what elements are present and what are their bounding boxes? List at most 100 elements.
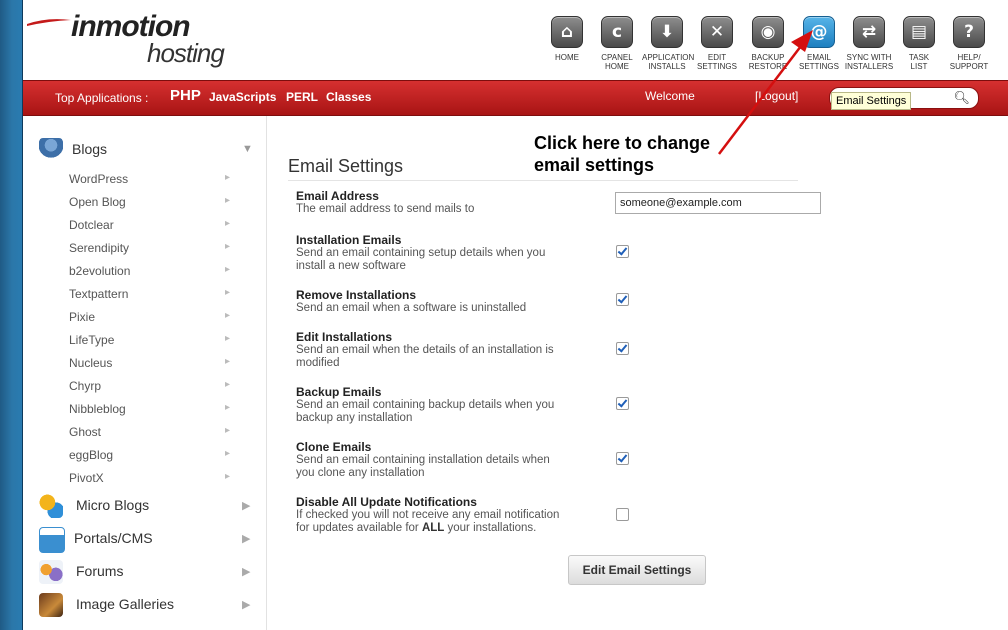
- sidebar-item-eggblog[interactable]: eggBlog ▸: [69, 448, 230, 462]
- setting-description: modified: [296, 357, 340, 369]
- toolbar-task-list-button[interactable]: ▤ TASK LIST: [894, 16, 944, 71]
- sidebar-item-label: LifeType: [69, 333, 115, 347]
- toolbar-edit-settings-button[interactable]: ✕ EDIT SETTINGS: [692, 16, 742, 71]
- sidebar-item-serendipity[interactable]: Serendipity ▸: [69, 241, 230, 255]
- setting-description: your installations.: [444, 522, 537, 534]
- edit-installations-setting: Edit Installations Send an email when th…: [296, 331, 606, 370]
- sidebar-item-label: b2evolution: [69, 264, 131, 278]
- toolbar-email-settings-button[interactable]: @ EMAIL SETTINGS: [794, 16, 844, 71]
- setting-description: Send an email containing setup details w…: [296, 247, 546, 259]
- email-settings-tooltip: Email Settings: [831, 92, 912, 110]
- sidebar-item-wordpress[interactable]: WordPress ▸: [69, 172, 230, 186]
- toolbar-application-installs-button[interactable]: ⬇ APPLICATION INSTALLS: [642, 16, 695, 71]
- sidebar-item-label: Nibbleblog: [69, 402, 126, 416]
- logout-link[interactable]: [Logout]: [755, 89, 798, 103]
- toolbar-backup-restore-button[interactable]: ◉ BACKUP RESTORE: [743, 16, 793, 71]
- sidebar-item-b2evolution[interactable]: b2evolution ▸: [69, 264, 230, 278]
- sidebar-item-label: Pixie: [69, 310, 96, 324]
- chevron-right-icon: ▸: [225, 402, 231, 413]
- annotation-callout: Click here to change email settings: [534, 132, 710, 176]
- toolbar-help-support-button[interactable]: ? HELP/SUPPORT: [944, 16, 994, 71]
- app-link-classes[interactable]: Classes: [326, 90, 371, 104]
- portals-cms-icon: [39, 527, 65, 553]
- sidebar-item-label: Textpattern: [69, 287, 129, 301]
- installation-emails-checkbox[interactable]: [616, 245, 629, 258]
- app-link-javascripts[interactable]: JavaScripts: [209, 90, 276, 104]
- annotation-text: email settings: [534, 155, 655, 175]
- disable-notifications-setting: Disable All Update Notifications If chec…: [296, 496, 606, 535]
- sidebar-item-pixie[interactable]: Pixie ▸: [69, 310, 230, 324]
- chevron-right-icon: ▶: [242, 599, 251, 611]
- clone-emails-setting: Clone Emails Send an email containing in…: [296, 441, 606, 480]
- setting-title: Installation Emails: [296, 233, 402, 247]
- sidebar-item-nucleus[interactable]: Nucleus ▸: [69, 356, 230, 370]
- setting-description-emphasis: ALL: [421, 522, 445, 534]
- backup-emails-checkbox[interactable]: [616, 397, 629, 410]
- logo[interactable]: inmotion hosting: [27, 8, 237, 68]
- sidebar-item-label: WordPress: [69, 172, 129, 186]
- remove-installations-checkbox[interactable]: [616, 293, 629, 306]
- setting-description: backup any installation: [296, 412, 413, 424]
- download-icon: ⬇: [651, 16, 683, 48]
- chevron-right-icon: ▶: [242, 500, 251, 512]
- sidebar-item-label: PivotX: [69, 471, 104, 485]
- sidebar-category-label: Forums: [76, 563, 124, 579]
- toolbar-label: INSTALLS: [648, 62, 686, 71]
- chevron-right-icon: ▸: [225, 310, 231, 321]
- edit-installations-checkbox[interactable]: [616, 342, 629, 355]
- chevron-right-icon: ▸: [225, 264, 231, 275]
- setting-title: Backup Emails: [296, 385, 382, 399]
- backup-icon: ◉: [752, 16, 784, 48]
- app-link-php[interactable]: PHP: [170, 87, 201, 104]
- toolbar-label: SYNC WITH: [846, 53, 892, 62]
- toolbar-home-button[interactable]: ⌂ HOME: [542, 16, 592, 62]
- search-icon[interactable]: 🔍︎: [953, 90, 970, 106]
- sidebar-item-chyrp[interactable]: Chyrp ▸: [69, 379, 230, 393]
- sidebar-item-lifetype[interactable]: LifeType ▸: [69, 333, 230, 347]
- clipboard-icon: ▤: [903, 16, 935, 48]
- sidebar-category-label: Portals/CMS: [74, 530, 153, 546]
- setting-description: Send an email containing installation de…: [296, 454, 550, 466]
- user-icon: [39, 138, 63, 162]
- top-applications-label: Top Applications :: [55, 91, 149, 105]
- sidebar-item-label: Serendipity: [69, 241, 130, 255]
- email-address-input[interactable]: [615, 192, 821, 214]
- toolbar-label: APPLICATION: [642, 53, 695, 62]
- chevron-right-icon: ▸: [225, 172, 231, 183]
- sidebar: Blogs ▼ WordPress ▸ Open Blog ▸ Dotclear ▸ …: [23, 116, 267, 630]
- sidebar-item-label: Ghost: [69, 425, 102, 439]
- header: inmotion hosting ⌂ HOME c CPANEL HOME ⬇ A…: [23, 0, 1008, 80]
- setting-description: The email address to send mails to: [296, 203, 475, 215]
- toolbar-label: BACKUP: [751, 53, 785, 62]
- chevron-right-icon: ▸: [225, 379, 231, 390]
- sidebar-item-open-blog[interactable]: Open Blog ▸: [69, 195, 230, 209]
- sidebar-item-pivotx[interactable]: PivotX ▸: [69, 471, 230, 485]
- setting-description: If checked you will not receive any emai…: [296, 509, 560, 521]
- sidebar-category-label: Micro Blogs: [76, 497, 150, 513]
- chevron-right-icon: ▸: [225, 218, 231, 229]
- sidebar-item-ghost[interactable]: Ghost ▸: [69, 425, 230, 439]
- chevron-right-icon: ▸: [225, 333, 231, 344]
- sidebar-item-nibbleblog[interactable]: Nibbleblog ▸: [69, 402, 230, 416]
- sidebar-item-textpattern[interactable]: Textpattern ▸: [69, 287, 230, 301]
- setting-description: Send an email containing backup details …: [296, 399, 555, 411]
- toolbar-label: HOME: [555, 53, 579, 62]
- chevron-down-icon: ▼: [242, 143, 253, 155]
- setting-description: install a new software: [296, 260, 406, 272]
- forums-icon: [39, 560, 63, 584]
- edit-email-settings-button[interactable]: Edit Email Settings: [568, 555, 706, 585]
- disable-notifications-checkbox[interactable]: [616, 508, 629, 521]
- toolbar-cpanel-home-button[interactable]: c CPANEL HOME: [592, 16, 642, 71]
- chevron-right-icon: ▶: [242, 566, 251, 578]
- clone-emails-checkbox[interactable]: [616, 452, 629, 465]
- toolbar-sync-installers-button[interactable]: ⇄ SYNC WITH INSTALLERS: [844, 16, 894, 71]
- setting-description: for updates available for: [296, 522, 422, 534]
- toolbar-label: LIST: [910, 62, 928, 71]
- setting-description: Send an email when a software is uninsta…: [296, 302, 527, 314]
- home-icon: ⌂: [551, 16, 583, 48]
- chevron-right-icon: ▸: [225, 195, 231, 206]
- sidebar-item-label: Nucleus: [69, 356, 113, 370]
- app-link-perl[interactable]: PERL: [286, 90, 318, 104]
- chevron-right-icon: ▸: [225, 425, 231, 436]
- sidebar-item-dotclear[interactable]: Dotclear ▸: [69, 218, 230, 232]
